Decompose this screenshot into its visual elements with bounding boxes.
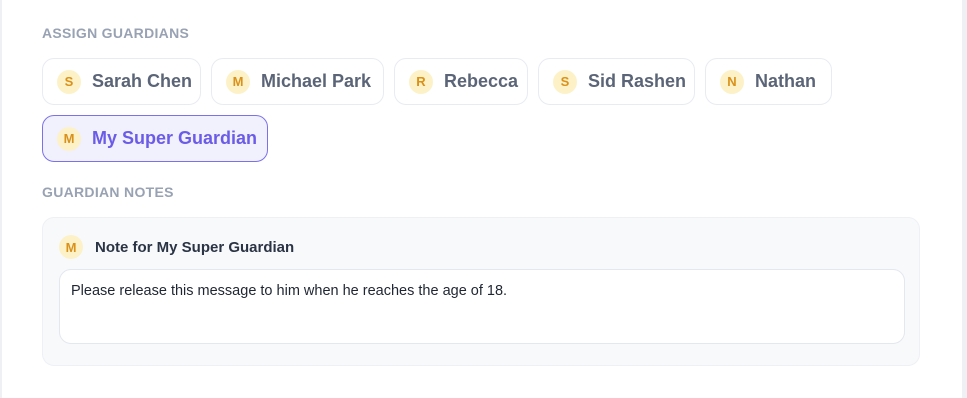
avatar-icon: N (720, 69, 744, 94)
guardian-name: Sid Rashen (588, 71, 687, 91)
avatar-icon: M (59, 235, 83, 259)
guardian-note-textarea[interactable]: Please release this message to him when … (59, 269, 905, 344)
guardian-name: Michael Park (261, 71, 372, 91)
right-edge (962, 0, 967, 398)
guardian-chip-michael-park[interactable]: M Michael Park (211, 58, 384, 105)
avatar-icon: S (57, 69, 81, 94)
guardian-name: Nathan (755, 71, 817, 91)
avatar-icon: M (57, 126, 81, 151)
avatar-icon: S (553, 69, 577, 94)
guardian-chip-rebecca[interactable]: R Rebecca (394, 58, 528, 105)
guardian-chip-nathan[interactable]: N Nathan (705, 58, 832, 105)
guardian-assignment-panel: ASSIGN GUARDIANS S Sarah Chen M Michael … (2, 0, 962, 398)
guardian-note-card: M Note for My Super Guardian Please rele… (42, 217, 920, 366)
avatar-icon: R (409, 69, 433, 94)
guardian-chip-sarah-chen[interactable]: S Sarah Chen (42, 58, 201, 105)
guardian-name: Rebecca (444, 71, 519, 91)
note-header: M Note for My Super Guardian (59, 235, 294, 259)
guardian-name: My Super Guardian (92, 128, 258, 148)
guardian-name: Sarah Chen (92, 71, 193, 91)
avatar-icon: M (226, 69, 250, 94)
guardian-notes-heading: GUARDIAN NOTES (42, 184, 174, 200)
guardian-chip-sid-rashen[interactable]: S Sid Rashen (538, 58, 695, 105)
note-title: Note for My Super Guardian (95, 238, 295, 256)
guardian-chip-my-super-guardian[interactable]: M My Super Guardian (42, 115, 268, 162)
assign-guardians-heading: ASSIGN GUARDIANS (42, 25, 190, 41)
